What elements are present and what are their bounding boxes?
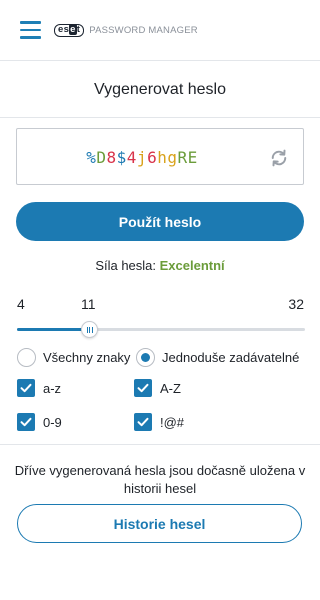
- password-char: 4: [126, 148, 137, 167]
- password-char: R: [177, 148, 188, 167]
- password-char: 6: [147, 148, 158, 167]
- slider-min-label: 4: [17, 296, 25, 312]
- checkbox-digits[interactable]: 0-9: [17, 412, 62, 432]
- page-header: Vygenerovat heslo: [0, 61, 320, 118]
- length-slider-labels: 4 11 32: [0, 296, 320, 312]
- radio-all-characters-indicator[interactable]: [17, 347, 36, 367]
- hamburger-menu-icon[interactable]: [20, 21, 41, 39]
- checkmark-icon: [137, 383, 149, 393]
- checkbox-symbols[interactable]: !@#: [134, 412, 184, 432]
- refresh-icon[interactable]: [269, 148, 289, 168]
- strength-label: Síla hesla:: [95, 258, 157, 273]
- password-char: h: [157, 148, 168, 167]
- app-name: PASSWORD MANAGER: [89, 25, 198, 36]
- password-char: E: [187, 148, 198, 167]
- strength-value: Excelentní: [159, 258, 225, 273]
- checkbox-lowercase-label: a-z: [43, 380, 62, 396]
- checkbox-symbols-box[interactable]: [134, 413, 152, 431]
- password-char: 8: [106, 148, 117, 167]
- length-slider-fill: [17, 328, 89, 331]
- slider-current-label: 11: [81, 296, 96, 312]
- history-note: Dříve vygenerovaná hesla jsou dočasně ul…: [14, 463, 306, 496]
- checkbox-digits-label: 0-9: [43, 414, 62, 430]
- section-divider: [0, 444, 320, 445]
- checkmark-icon: [137, 417, 149, 427]
- slider-max-label: 32: [288, 296, 304, 312]
- checkbox-lowercase[interactable]: a-z: [17, 378, 61, 398]
- password-char: %: [86, 148, 97, 167]
- checkmark-icon: [20, 383, 32, 393]
- radio-easy-to-type[interactable]: Jednoduše zadávatelné: [136, 347, 299, 367]
- page-title: Vygenerovat heslo: [94, 81, 226, 98]
- length-slider-track[interactable]: [17, 328, 305, 331]
- password-char: D: [96, 148, 107, 167]
- checkbox-uppercase-box[interactable]: [134, 379, 152, 397]
- checkbox-digits-box[interactable]: [17, 413, 35, 431]
- checkbox-uppercase-label: A-Z: [160, 380, 181, 396]
- password-strength: Síla hesla: Excelentní: [0, 258, 320, 273]
- password-history-button[interactable]: Historie hesel: [17, 504, 302, 543]
- eset-logo: eset PASSWORD MANAGER: [54, 24, 198, 37]
- checkbox-uppercase[interactable]: A-Z: [134, 378, 181, 398]
- radio-easy-to-type-indicator[interactable]: [136, 347, 155, 367]
- radio-all-characters[interactable]: Všechny znaky: [17, 347, 130, 367]
- top-bar: eset PASSWORD MANAGER: [0, 0, 320, 61]
- password-char: $: [116, 148, 127, 167]
- checkbox-symbols-label: !@#: [160, 414, 185, 430]
- checkmark-icon: [20, 417, 32, 427]
- password-char: g: [167, 148, 178, 167]
- radio-all-characters-label: Všechny znaky: [43, 349, 131, 365]
- checkbox-lowercase-box[interactable]: [17, 379, 35, 397]
- use-password-button[interactable]: Použít heslo: [16, 202, 304, 241]
- generated-password: %D8$4j6hgRE: [17, 148, 267, 167]
- password-char: j: [136, 148, 148, 167]
- radio-easy-to-type-label: Jednoduše zadávatelné: [162, 349, 300, 365]
- eset-logo-badge: eset: [54, 24, 85, 37]
- slider-grip-icon: [86, 327, 93, 333]
- length-slider-thumb[interactable]: [80, 321, 98, 338]
- generated-password-box: %D8$4j6hgRE: [16, 128, 304, 185]
